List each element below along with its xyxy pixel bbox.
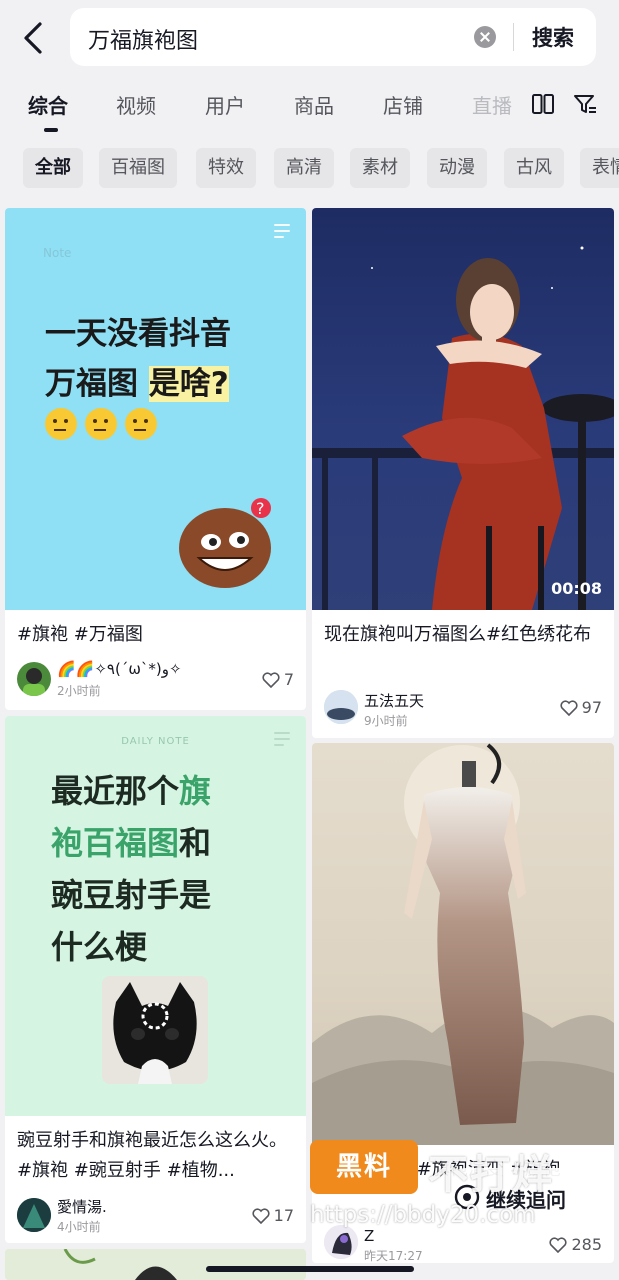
- chip-emoji[interactable]: 表情: [580, 148, 619, 188]
- watermark-logo: 黑料: [310, 1140, 418, 1194]
- search-button[interactable]: 搜索: [532, 22, 574, 52]
- like-count-value: 17: [273, 1206, 294, 1225]
- daily-note-label: DAILY NOTE: [121, 736, 190, 747]
- video-duration: 00:08: [551, 579, 602, 598]
- partial-cover-image: [5, 1249, 306, 1280]
- note-label: Note: [43, 246, 72, 260]
- tab-comprehensive[interactable]: 综合: [28, 90, 68, 119]
- note-list-icon: [274, 224, 290, 238]
- result-tabs: 综合 视频 用户 商品 店铺 直播: [0, 82, 619, 142]
- heart-icon: [549, 1236, 567, 1253]
- search-input[interactable]: 万福旗袍图: [88, 23, 198, 55]
- author-name[interactable]: 五法五天: [364, 690, 424, 711]
- post-time: 9小时前: [364, 714, 408, 728]
- like-count-value: 7: [283, 670, 294, 689]
- search-divider: [513, 23, 514, 51]
- chip-anime[interactable]: 动漫: [427, 148, 487, 188]
- card-title[interactable]: 现在旗袍叫万福图么#红色绣花布: [324, 620, 602, 650]
- painting-woman-red-dress: [312, 246, 614, 610]
- cover-text-line: 一天没看抖音: [45, 316, 231, 352]
- chip-baifutu[interactable]: 百福图: [99, 148, 177, 188]
- avatar[interactable]: [17, 1198, 51, 1232]
- tab-indicator: [44, 128, 58, 132]
- card-cover[interactable]: 00:08: [312, 208, 614, 610]
- card-cover[interactable]: [312, 743, 614, 1145]
- tab-live[interactable]: 直播: [472, 90, 512, 119]
- search-box[interactable]: 万福旗袍图 搜索: [70, 8, 596, 66]
- svg-text:?: ?: [256, 499, 265, 518]
- card-cover[interactable]: Note 一天没看抖音 万福图 是啥? ?: [5, 208, 306, 610]
- tab-user[interactable]: 用户: [205, 90, 245, 119]
- thinking-emoji-icon: [45, 408, 157, 440]
- chip-ancient[interactable]: 古风: [504, 148, 564, 188]
- watermark-text: 不打烊: [428, 1152, 554, 1198]
- card-title[interactable]: #旗袍 #万福图: [17, 620, 294, 650]
- cover-text-line: 万福图 是啥?: [45, 366, 229, 402]
- like-count-value: 285: [571, 1235, 602, 1254]
- tab-video[interactable]: 视频: [116, 90, 156, 119]
- cover-text-line: 什么梗: [51, 928, 148, 966]
- tab-goods[interactable]: 商品: [294, 90, 334, 119]
- painting-qipao-woman: [312, 743, 614, 1145]
- post-time: 2小时前: [57, 684, 101, 698]
- avatar[interactable]: [324, 690, 358, 724]
- post-time: 昨天17:27: [364, 1249, 423, 1263]
- watermark-url: https://bbdy20.com: [310, 1202, 536, 1228]
- cover-text-line: 最近那个旗: [51, 772, 212, 810]
- card-title[interactable]: 豌豆射手和旗袍最近怎么这么火。#旗袍 #豌豆射手 #植物...: [17, 1126, 294, 1186]
- heart-icon: [560, 699, 578, 716]
- filter-icon[interactable]: [573, 92, 597, 116]
- chip-all[interactable]: 全部: [23, 148, 83, 188]
- bean-emoji-icon: ?: [179, 498, 271, 588]
- heart-icon: [262, 671, 280, 688]
- card-cover[interactable]: DAILY NOTE 最近那个旗 袍百福图和 豌豆射手是 什么梗: [5, 716, 306, 1116]
- chip-material[interactable]: 素材: [350, 148, 410, 188]
- avatar[interactable]: [324, 1225, 358, 1259]
- like-count[interactable]: 285: [549, 1235, 602, 1254]
- avatar[interactable]: [17, 662, 51, 696]
- top-bar: 万福旗袍图 搜索: [0, 0, 619, 76]
- author-name[interactable]: 🌈🌈✧٩(ˊωˋ*)و✧: [57, 660, 182, 678]
- post-time: 4小时前: [57, 1220, 101, 1234]
- result-card[interactable]: 00:08 现在旗袍叫万福图么#红色绣花布 五法五天 9小时前 97: [312, 208, 614, 738]
- clear-icon[interactable]: [474, 26, 496, 48]
- heart-icon: [252, 1207, 270, 1224]
- home-indicator: [206, 1266, 414, 1272]
- chip-effects[interactable]: 特效: [196, 148, 256, 188]
- tab-shop[interactable]: 店铺: [383, 90, 423, 119]
- result-card[interactable]: DAILY NOTE 最近那个旗 袍百福图和 豌豆射手是 什么梗 豌豆射手和旗袍…: [5, 716, 306, 1243]
- like-count[interactable]: 97: [560, 698, 602, 717]
- like-count[interactable]: 7: [262, 670, 294, 689]
- black-cat-photo: [102, 976, 208, 1084]
- cover-text-line: 豌豆射手是: [51, 876, 212, 914]
- cover-text-line: 袍百福图和: [51, 824, 212, 862]
- like-count-value: 97: [581, 698, 602, 717]
- back-arrow-icon[interactable]: [18, 20, 50, 56]
- layout-toggle-icon[interactable]: [531, 92, 555, 116]
- filter-chips: 全部 百福图 特效 高清 素材 动漫 古风 表情: [0, 146, 619, 190]
- author-name[interactable]: 愛情湯.: [57, 1196, 107, 1217]
- watermark: 黑料 不打烊 https://bbdy20.com: [310, 1140, 610, 1230]
- like-count[interactable]: 17: [252, 1206, 294, 1225]
- chip-hd[interactable]: 高清: [274, 148, 334, 188]
- result-card[interactable]: Note 一天没看抖音 万福图 是啥? ? #旗袍 #万福图 🌈🌈✧٩(ˊωˋ*…: [5, 208, 306, 710]
- result-card-partial[interactable]: [5, 1249, 306, 1280]
